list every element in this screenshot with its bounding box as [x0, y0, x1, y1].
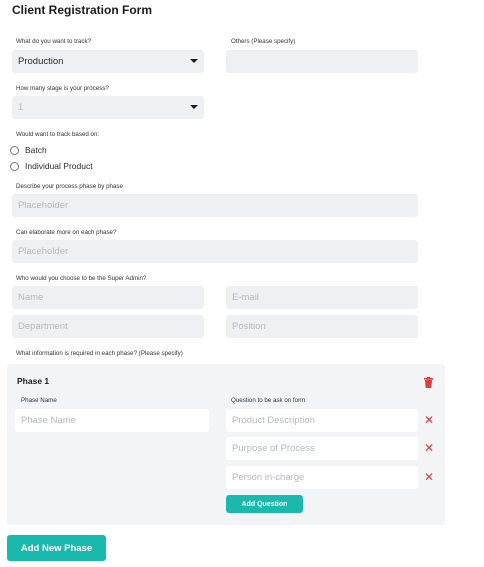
info-required-label: What information is required in each pha…: [16, 350, 183, 357]
phase-name-input[interactable]: Phase Name: [15, 409, 209, 432]
elaborate-input[interactable]: Placeholder: [12, 240, 418, 263]
name-placeholder: Name: [18, 292, 44, 303]
radio-batch[interactable]: Batch: [10, 145, 47, 155]
email-placeholder: E-mail: [232, 292, 259, 303]
question-placeholder: Purpose of Process: [232, 443, 315, 454]
radio-label: Individual Product: [25, 161, 93, 171]
phase-title: Phase 1: [17, 376, 50, 386]
track-select-value: Production: [18, 56, 64, 67]
radio-label: Batch: [25, 145, 47, 155]
close-icon[interactable]: ✕: [424, 471, 434, 483]
question-label: Question to be ask on form: [231, 397, 306, 404]
phase-name-placeholder: Phase Name: [21, 415, 76, 426]
name-input[interactable]: Name: [12, 286, 204, 309]
question-input-2[interactable]: Purpose of Process: [226, 437, 418, 460]
close-icon[interactable]: ✕: [424, 414, 434, 426]
describe-label: Describe your process phase by phase: [16, 183, 123, 190]
radio-circle[interactable]: [10, 161, 19, 171]
question-placeholder: Person in-charge: [232, 472, 305, 483]
add-new-phase-button[interactable]: Add New Phase: [7, 535, 106, 561]
describe-placeholder: Placeholder: [18, 200, 69, 211]
describe-input[interactable]: Placeholder: [12, 194, 418, 217]
chevron-down-icon: [190, 105, 198, 109]
stages-select-value: 1: [18, 102, 24, 113]
elaborate-label: Can elaborate more on each phase?: [16, 229, 117, 236]
phase-name-label: Phase Name: [21, 397, 57, 404]
track-based-label: Would want to track based on:: [16, 131, 100, 138]
others-input[interactable]: [226, 50, 418, 73]
stages-label: How many stage is your process?: [16, 85, 109, 92]
add-question-button[interactable]: Add Question: [226, 495, 303, 513]
track-select[interactable]: Production: [12, 50, 204, 73]
close-icon[interactable]: ✕: [424, 442, 434, 454]
track-label: What do you want to track?: [16, 38, 91, 45]
super-admin-label: Who would you choose to be the Super Adm…: [16, 275, 147, 282]
stages-select[interactable]: 1: [12, 96, 204, 119]
chevron-down-icon: [190, 59, 198, 63]
trash-icon[interactable]: [424, 375, 433, 393]
position-input[interactable]: Position: [226, 315, 418, 338]
radio-individual-product[interactable]: Individual Product: [10, 161, 93, 171]
department-placeholder: Department: [18, 321, 68, 332]
question-placeholder: Product Description: [232, 415, 315, 426]
position-placeholder: Position: [232, 321, 266, 332]
form-title: Client Registration Form: [12, 3, 153, 17]
question-input-1[interactable]: Product Description: [226, 409, 418, 432]
radio-circle[interactable]: [10, 145, 19, 155]
email-input[interactable]: E-mail: [226, 286, 418, 309]
question-input-3[interactable]: Person in-charge: [226, 466, 418, 489]
others-label: Others (Please specify): [231, 38, 296, 45]
elaborate-placeholder: Placeholder: [18, 246, 69, 257]
department-input[interactable]: Department: [12, 315, 204, 338]
